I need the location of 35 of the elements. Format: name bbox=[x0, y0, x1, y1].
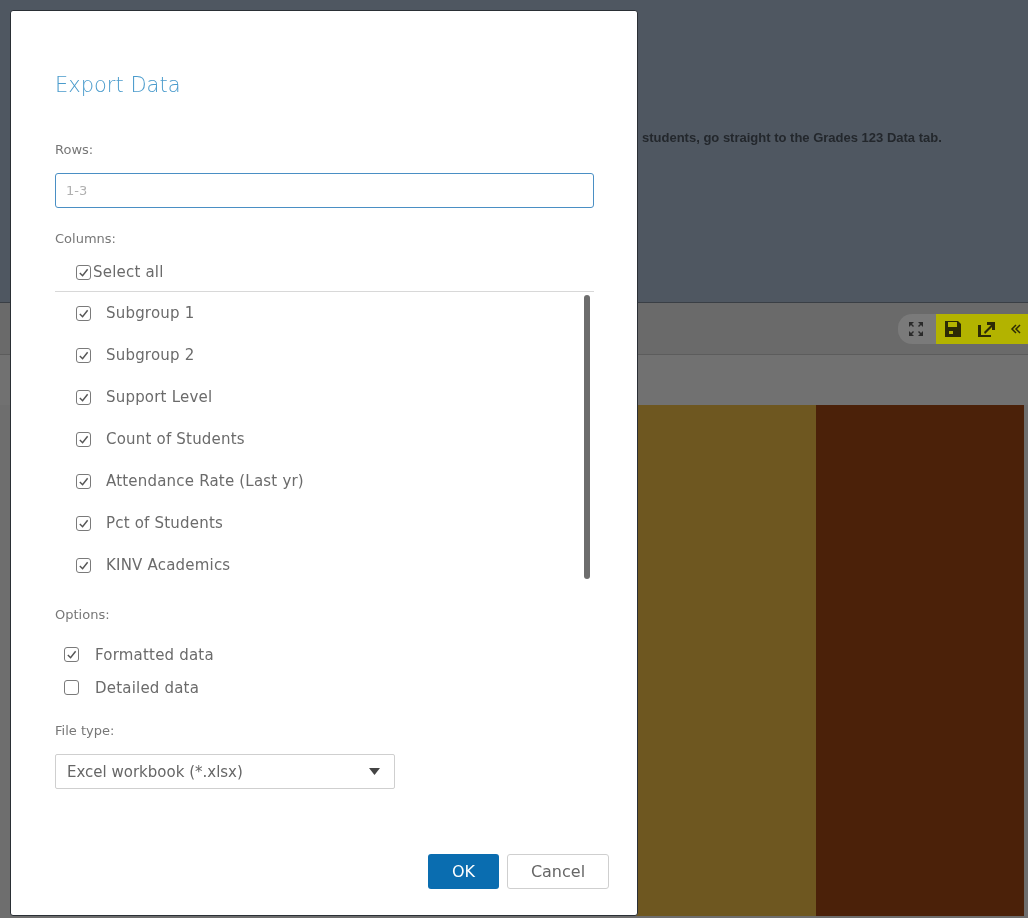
checkbox[interactable] bbox=[76, 515, 91, 531]
field-label: Options: bbox=[55, 606, 110, 624]
ok-button[interactable]: OK bbox=[428, 854, 499, 889]
checkbox[interactable] bbox=[76, 473, 91, 489]
checkbox[interactable] bbox=[76, 557, 91, 573]
checkbox[interactable] bbox=[76, 389, 91, 405]
save-icon[interactable] bbox=[944, 319, 962, 338]
checkbox[interactable] bbox=[64, 647, 79, 662]
dropdown-caret-icon bbox=[369, 768, 380, 775]
expand-icon[interactable] bbox=[908, 320, 924, 337]
checkbox-label: Detailed data bbox=[95, 678, 200, 697]
scrollbar[interactable] bbox=[584, 295, 590, 579]
checkbox-label: Subgroup 1 bbox=[106, 304, 195, 322]
checkbox-label: Subgroup 2 bbox=[106, 346, 195, 364]
field-label: Rows: bbox=[55, 141, 94, 159]
checkbox[interactable] bbox=[76, 305, 91, 321]
popout-icon[interactable] bbox=[976, 319, 996, 338]
checkbox-label: Formatted data bbox=[95, 645, 214, 664]
checkbox-label: Support Level bbox=[106, 388, 213, 406]
checkbox[interactable] bbox=[76, 264, 91, 280]
checkbox-label: Count of Students bbox=[106, 430, 245, 448]
collapse-icon[interactable] bbox=[1010, 322, 1022, 335]
file-type-dropdown[interactable]: Excel workbook (*.xlsx) bbox=[55, 754, 395, 789]
checkbox-label: Pct of Students bbox=[106, 514, 224, 532]
cancel-button[interactable]: Cancel bbox=[507, 854, 609, 889]
checkbox-label: KINV Academics bbox=[106, 556, 231, 574]
checkbox-label: Attendance Rate (Last yr) bbox=[106, 472, 304, 490]
rows-input-field[interactable]: 1-3 bbox=[55, 173, 594, 208]
dialog-title: Export Data bbox=[55, 72, 181, 99]
field-label: File type: bbox=[55, 722, 115, 740]
checkbox[interactable] bbox=[76, 431, 91, 447]
field-label: Columns: bbox=[55, 230, 116, 248]
checkbox-label: Select all bbox=[93, 263, 164, 281]
checkbox[interactable] bbox=[76, 347, 91, 363]
checkbox[interactable] bbox=[64, 680, 79, 695]
